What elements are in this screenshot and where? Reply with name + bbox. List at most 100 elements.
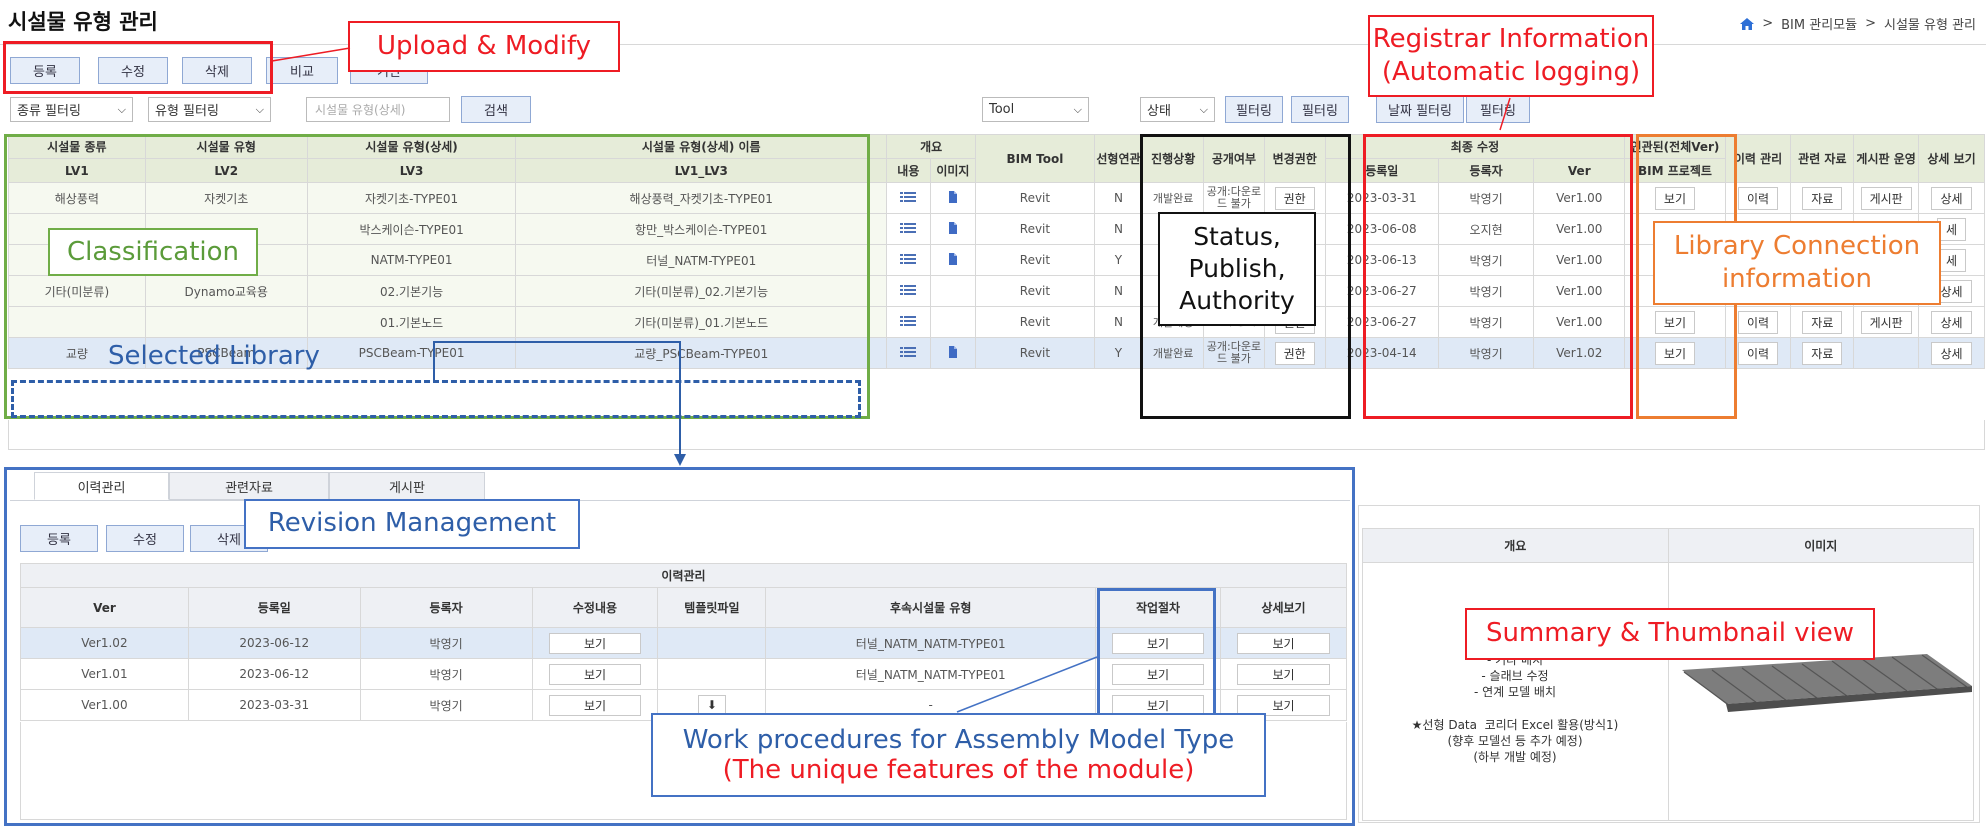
cell-linear: N (1093, 213, 1144, 245)
unique-features-text: (The unique features of the module) (722, 755, 1195, 785)
cell-image (929, 244, 977, 276)
cell-image (929, 213, 977, 245)
cell-content (886, 275, 931, 307)
classification-label: Classification (48, 228, 258, 276)
summary-label: Summary & Thumbnail view (1465, 608, 1875, 660)
cell-image (929, 182, 977, 214)
upload-modify-label: Upload & Modify (348, 21, 620, 72)
cell-detail: 상세 (1918, 306, 1985, 338)
list-icon[interactable] (900, 285, 917, 295)
detail-button[interactable]: 상세 (1931, 310, 1972, 334)
list-icon[interactable] (900, 347, 917, 357)
history-button[interactable]: 이력 (1737, 341, 1779, 365)
cell-detail: 상세 (1918, 182, 1985, 214)
cell-content (886, 244, 931, 276)
list-icon[interactable] (900, 223, 917, 233)
chevron-down-icon: ⌵ (255, 103, 264, 116)
cell-bim-tool: Revit (975, 306, 1095, 338)
upload-connector (271, 47, 351, 62)
cell-bim-tool: Revit (975, 337, 1095, 369)
registrar-highlight (1363, 134, 1633, 419)
registrar-connector (1499, 97, 1511, 131)
col-linear: 선형연관 (1093, 134, 1144, 183)
file-icon[interactable] (948, 252, 958, 265)
summary-text: - 기타 배치 - 슬래브 수정 - 연계 모델 배치 ★선형 Data 코리더… (1411, 653, 1619, 765)
col-related: 관련 자료 (1790, 134, 1855, 183)
cell-board (1853, 337, 1920, 369)
filtering-button-2[interactable]: 필터링 (1291, 96, 1349, 123)
file-icon[interactable] (948, 221, 958, 234)
status-select[interactable]: 상태 ⌵ (1140, 97, 1215, 122)
detail-type-input[interactable]: 시설물 유형(상세) (306, 97, 450, 122)
selected-library-label: Selected Library (108, 341, 320, 371)
library-connection-label: Library Connection information (1653, 221, 1941, 305)
status-label-annotation: Status, Publish, Authority (1158, 212, 1316, 326)
type-filter-select[interactable]: 종류 필터링 ⌵ (10, 97, 133, 122)
breadcrumb-separator: > (1865, 16, 1876, 31)
breadcrumb-current: 시설물 유형 관리 (1884, 18, 1976, 33)
summary-col-overview: 개요 (1362, 528, 1669, 563)
detail-button[interactable]: 상세 (1931, 341, 1972, 365)
cell-related: 자료 (1790, 337, 1855, 369)
work-procedure-highlight (1097, 588, 1216, 724)
cell-board: 게시판 (1853, 306, 1920, 338)
col-image: 이미지 (929, 158, 977, 183)
breadcrumb-separator: > (1762, 16, 1774, 31)
status-label: 상태 (1147, 104, 1171, 119)
tool-select[interactable]: Tool ⌵ (982, 97, 1089, 122)
title-divider (0, 44, 1986, 45)
cell-bim-tool: Revit (975, 244, 1095, 276)
history-button[interactable]: 이력 (1737, 310, 1779, 334)
detail-button[interactable]: 상세 (1931, 186, 1972, 210)
list-icon[interactable] (900, 254, 917, 264)
breadcrumb-bim-module[interactable]: BIM 관리모듈 (1781, 14, 1857, 33)
cell-image (929, 275, 977, 307)
col-bim-tool: BIM Tool (975, 134, 1095, 183)
chevron-down-icon: ⌵ (1199, 103, 1208, 116)
board-button[interactable]: 게시판 (1860, 186, 1912, 210)
date-filtering-button[interactable]: 날짜 필터링 (1376, 96, 1464, 123)
history-button[interactable]: 이력 (1737, 186, 1779, 210)
summary-col-image: 이미지 (1667, 528, 1974, 563)
data-button[interactable]: 자료 (1802, 186, 1843, 210)
board-button[interactable]: 게시판 (1860, 310, 1912, 334)
detail-button[interactable]: 세 (1936, 217, 1967, 241)
file-icon[interactable] (948, 190, 958, 203)
chevron-down-icon: ⌵ (1073, 103, 1082, 116)
cell-content (886, 306, 931, 338)
home-icon[interactable] (1740, 17, 1755, 30)
cell-linear: N (1093, 275, 1144, 307)
kind-filter-label: 유형 필터링 (155, 104, 219, 119)
type-filter-label: 종류 필터링 (17, 104, 81, 119)
chevron-down-icon: ⌵ (117, 103, 126, 116)
list-icon[interactable] (900, 192, 917, 202)
col-detail-view: 상세 보기 (1918, 134, 1985, 183)
selected-library-connector (433, 341, 686, 466)
upload-modify-highlight (3, 41, 273, 94)
cell-linear: Y (1093, 244, 1144, 276)
list-icon[interactable] (900, 316, 917, 326)
revision-label: Revision Management (244, 499, 580, 549)
search-button[interactable]: 검색 (461, 96, 531, 123)
cell-bim-tool: Revit (975, 275, 1095, 307)
cell-content (886, 213, 931, 245)
detail-button[interactable]: 세 (1936, 248, 1967, 272)
registrar-label: Registrar Information (Automatic logging… (1368, 15, 1654, 97)
file-icon[interactable] (948, 345, 958, 358)
kind-filter-select[interactable]: 유형 필터링 ⌵ (148, 97, 271, 122)
page-title: 시설물 유형 관리 (8, 10, 158, 34)
cell-detail: 상세 (1918, 337, 1985, 369)
data-button[interactable]: 자료 (1802, 310, 1843, 334)
breadcrumb: > BIM 관리모듈 > 시설물 유형 관리 (1740, 14, 1976, 33)
filtering-button-1[interactable]: 필터링 (1225, 96, 1283, 123)
cell-image (929, 337, 977, 369)
col-board: 게시판 운영 (1853, 134, 1920, 183)
cell-linear: Y (1093, 337, 1144, 369)
cell-related: 자료 (1790, 306, 1855, 338)
cell-related: 자료 (1790, 182, 1855, 214)
tool-label: Tool (989, 102, 1015, 117)
cell-board: 게시판 (1853, 182, 1920, 214)
data-button[interactable]: 자료 (1802, 341, 1843, 365)
table-footer-space (8, 420, 1985, 450)
cell-linear: N (1093, 182, 1144, 214)
